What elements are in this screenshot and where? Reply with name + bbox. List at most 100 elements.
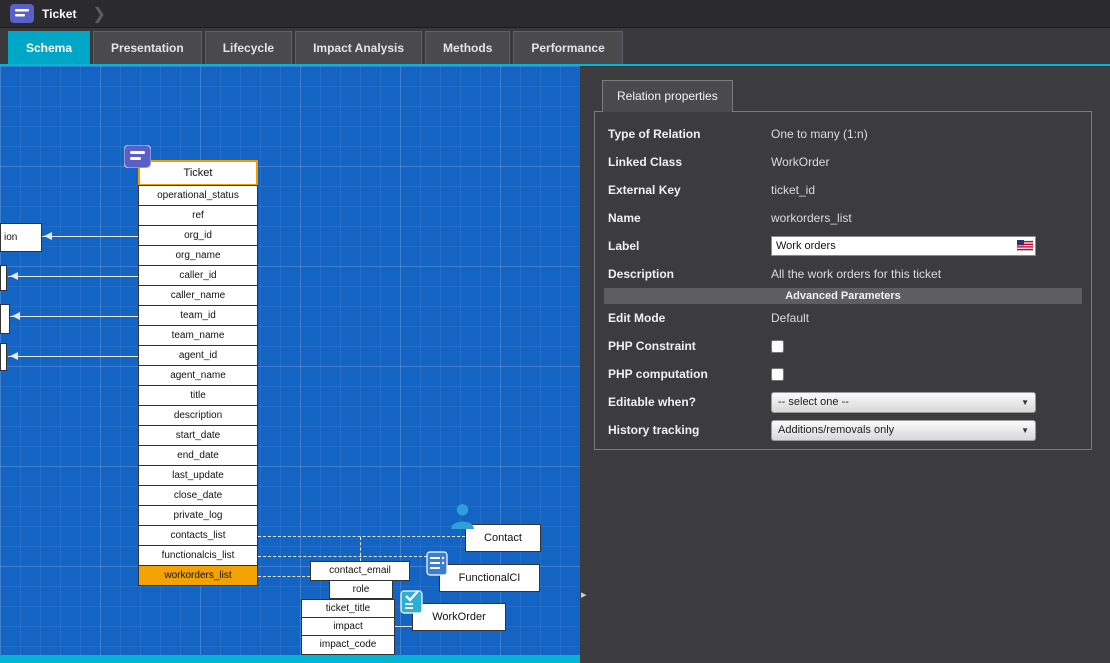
row-php-computation: PHP computation — [595, 360, 1091, 388]
entity-field-team_id[interactable]: team_id — [138, 305, 258, 326]
type-of-relation-value: One to many (1:n) — [771, 127, 868, 141]
editable-when-label: Editable when? — [608, 395, 771, 409]
attribute-box-impact[interactable]: impact — [301, 617, 395, 636]
entity-field-list: operational_statusreforg_idorg_namecalle… — [138, 185, 258, 586]
entity-field-close_date[interactable]: close_date — [138, 485, 258, 506]
main-content: ion Ticket operational_statusreforg_idor… — [0, 66, 1110, 663]
tab-performance[interactable]: Performance — [513, 31, 622, 64]
entity-field-workorders_list[interactable]: workorders_list — [138, 565, 258, 586]
related-class-partial-box[interactable] — [0, 343, 7, 371]
entity-field-contacts_list[interactable]: contacts_list — [138, 525, 258, 546]
relation-line — [10, 316, 138, 317]
entity-field-team_name[interactable]: team_name — [138, 325, 258, 346]
top-bar: Ticket ❯ — [0, 0, 1110, 28]
attribute-box-contact-email[interactable]: contact_email — [310, 561, 410, 581]
diagram-bottom-scrollbar[interactable] — [0, 655, 580, 663]
class-icon — [10, 4, 34, 23]
attribute-box-role[interactable]: role — [329, 580, 393, 599]
entity-field-agent_id[interactable]: agent_id — [138, 345, 258, 366]
attribute-box-ticket-title[interactable]: ticket_title — [301, 599, 395, 618]
advanced-parameters-header[interactable]: Advanced Parameters — [604, 288, 1082, 304]
relation-arrowhead-icon — [10, 272, 18, 280]
relation-line — [8, 276, 138, 277]
relation-line — [258, 576, 310, 577]
row-editable-when: Editable when? -- select one -- ▼ — [595, 388, 1091, 416]
entity-field-private_log[interactable]: private_log — [138, 505, 258, 526]
relation-line — [258, 536, 465, 537]
entity-workorder[interactable]: WorkOrder — [412, 603, 506, 631]
row-type-of-relation: Type of Relation One to many (1:n) — [595, 120, 1091, 148]
class-icon — [124, 145, 151, 168]
label-label: Label — [608, 239, 771, 253]
relation-arrowhead-icon — [44, 232, 52, 240]
related-class-partial-box[interactable] — [0, 265, 7, 291]
external-key-value: ticket_id — [771, 183, 815, 197]
entity-field-functionalcis_list[interactable]: functionalcis_list — [138, 545, 258, 566]
row-external-key: External Key ticket_id — [595, 176, 1091, 204]
description-value: All the work orders for this ticket — [771, 267, 941, 281]
relation-line — [8, 356, 138, 357]
breadcrumb-chevron-icon: ❯ — [92, 4, 105, 24]
related-class-partial-box[interactable] — [0, 304, 10, 334]
history-tracking-selected-value: Additions/removals only — [778, 424, 894, 436]
row-name: Name workorders_list — [595, 204, 1091, 232]
tab-schema[interactable]: Schema — [8, 31, 90, 64]
tab-presentation[interactable]: Presentation — [93, 31, 202, 64]
entity-field-org_name[interactable]: org_name — [138, 245, 258, 266]
tab-impact-analysis[interactable]: Impact Analysis — [295, 31, 422, 64]
label-input-wrap — [771, 236, 1036, 256]
entity-field-caller_id[interactable]: caller_id — [138, 265, 258, 286]
editable-when-selected-value: -- select one -- — [778, 396, 849, 408]
related-class-partial-box[interactable]: ion — [0, 223, 42, 252]
relation-properties-form: Type of Relation One to many (1:n) Linke… — [594, 111, 1092, 450]
contact-person-icon — [449, 502, 476, 529]
entity-field-start_date[interactable]: start_date — [138, 425, 258, 446]
php-constraint-label: PHP Constraint — [608, 339, 771, 353]
entity-field-title[interactable]: title — [138, 385, 258, 406]
entity-field-end_date[interactable]: end_date — [138, 445, 258, 466]
tab-lifecycle[interactable]: Lifecycle — [205, 31, 292, 64]
panel-title: Relation properties — [602, 80, 733, 112]
attribute-box-impact-code[interactable]: impact_code — [301, 635, 395, 655]
entity-field-org_id[interactable]: org_id — [138, 225, 258, 246]
schema-diagram-canvas[interactable]: ion Ticket operational_statusreforg_idor… — [0, 66, 580, 663]
editable-when-select[interactable]: -- select one -- ▼ — [771, 392, 1036, 413]
window-title: Ticket — [42, 7, 76, 21]
entity-contact[interactable]: Contact — [465, 524, 541, 552]
tab-methods[interactable]: Methods — [425, 31, 510, 64]
tab-bar: SchemaPresentationLifecycleImpact Analys… — [0, 28, 1110, 66]
entity-ticket[interactable]: Ticket operational_statusreforg_idorg_na… — [138, 160, 258, 586]
php-computation-label: PHP computation — [608, 367, 771, 381]
description-label: Description — [608, 267, 771, 281]
panel-expand-arrow[interactable]: ▸ — [581, 588, 587, 601]
entity-field-agent_name[interactable]: agent_name — [138, 365, 258, 386]
row-linked-class: Linked Class WorkOrder — [595, 148, 1091, 176]
entity-field-description[interactable]: description — [138, 405, 258, 426]
row-php-constraint: PHP Constraint — [595, 332, 1091, 360]
name-value: workorders_list — [771, 211, 852, 225]
edit-mode-label: Edit Mode — [608, 311, 771, 325]
relation-line — [360, 537, 361, 561]
relation-arrowhead-icon — [12, 312, 20, 320]
php-computation-checkbox[interactable] — [771, 368, 784, 381]
label-input[interactable] — [771, 236, 1036, 256]
entity-functionalci[interactable]: FunctionalCI — [439, 564, 540, 592]
row-label: Label — [595, 232, 1091, 260]
workorder-checklist-icon — [400, 588, 424, 615]
linked-class-value: WorkOrder — [771, 155, 829, 169]
relation-line — [395, 626, 412, 627]
php-constraint-checkbox[interactable] — [771, 340, 784, 353]
row-edit-mode: Edit Mode Default — [595, 304, 1091, 332]
row-history-tracking: History tracking Additions/removals only… — [595, 416, 1091, 444]
edit-mode-value: Default — [771, 311, 809, 325]
chevron-down-icon: ▼ — [1021, 426, 1029, 435]
type-of-relation-label: Type of Relation — [608, 127, 771, 141]
entity-field-operational_status[interactable]: operational_status — [138, 185, 258, 206]
entity-field-caller_name[interactable]: caller_name — [138, 285, 258, 306]
chevron-down-icon: ▼ — [1021, 398, 1029, 407]
properties-panel: ▸ Relation properties Type of Relation O… — [580, 66, 1110, 663]
history-tracking-select[interactable]: Additions/removals only ▼ — [771, 420, 1036, 441]
entity-field-ref[interactable]: ref — [138, 205, 258, 226]
entity-title[interactable]: Ticket — [138, 160, 258, 186]
entity-field-last_update[interactable]: last_update — [138, 465, 258, 486]
